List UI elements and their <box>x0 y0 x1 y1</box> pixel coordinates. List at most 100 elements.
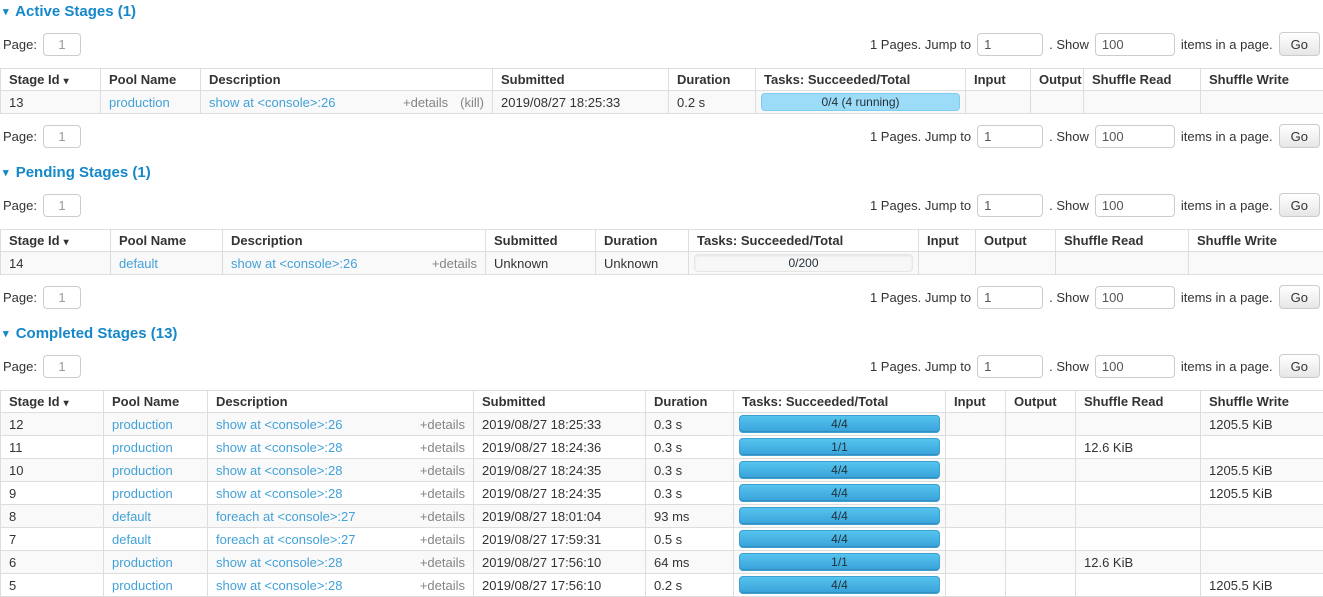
details-toggle[interactable]: +details <box>420 532 465 547</box>
show-items-input[interactable] <box>1095 33 1175 56</box>
column-header-shuffle-write[interactable]: Shuffle Write <box>1201 69 1323 91</box>
column-header-stage-id[interactable]: Stage Id▾ <box>1 230 111 252</box>
column-header-description[interactable]: Description <box>201 69 493 91</box>
column-header-duration[interactable]: Duration <box>646 391 734 413</box>
column-header-tasks-succeeded-total[interactable]: Tasks: Succeeded/Total <box>689 230 919 252</box>
description-link[interactable]: show at <console>:28 <box>216 463 342 478</box>
column-header-submitted[interactable]: Submitted <box>474 391 646 413</box>
details-toggle[interactable]: +details <box>403 95 448 110</box>
sort-desc-icon: ▾ <box>64 237 69 248</box>
description-link[interactable]: show at <console>:28 <box>216 555 342 570</box>
details-toggle[interactable]: +details <box>432 256 477 271</box>
pagination-bar: Page: 1 Pages. Jump to . Show items in a… <box>3 193 1320 217</box>
section-heading-pending-stages[interactable]: ▾ Pending Stages (1) <box>3 164 1323 183</box>
pool-name-link[interactable]: default <box>119 256 158 271</box>
column-header-submitted[interactable]: Submitted <box>486 230 596 252</box>
description-link[interactable]: show at <console>:28 <box>216 578 342 593</box>
pool-name-link[interactable]: production <box>109 95 170 110</box>
column-header-input[interactable]: Input <box>919 230 976 252</box>
jump-to-page-input[interactable] <box>977 355 1043 378</box>
page-number-input[interactable] <box>43 286 81 309</box>
column-header-pool-name[interactable]: Pool Name <box>111 230 223 252</box>
column-header-output[interactable]: Output <box>1031 69 1084 91</box>
column-header-tasks-succeeded-total[interactable]: Tasks: Succeeded/Total <box>756 69 966 91</box>
output-cell <box>1006 528 1076 551</box>
show-items-input[interactable] <box>1095 355 1175 378</box>
column-header-tasks-succeeded-total[interactable]: Tasks: Succeeded/Total <box>734 391 946 413</box>
column-header-stage-id[interactable]: Stage Id▾ <box>1 69 101 91</box>
jump-to-page-input[interactable] <box>977 286 1043 309</box>
description-link[interactable]: show at <console>:26 <box>216 417 342 432</box>
items-label: items in a page. <box>1181 129 1273 144</box>
details-toggle[interactable]: +details <box>420 578 465 593</box>
show-items-input[interactable] <box>1095 286 1175 309</box>
show-items-input[interactable] <box>1095 125 1175 148</box>
jump-to-page-input[interactable] <box>977 125 1043 148</box>
details-toggle[interactable]: +details <box>420 463 465 478</box>
column-header-stage-id[interactable]: Stage Id▾ <box>1 391 104 413</box>
column-header-shuffle-read[interactable]: Shuffle Read <box>1056 230 1189 252</box>
details-toggle[interactable]: +details <box>420 509 465 524</box>
column-header-input[interactable]: Input <box>946 391 1006 413</box>
page-control: Page: <box>3 286 81 309</box>
column-header-shuffle-write[interactable]: Shuffle Write <box>1189 230 1323 252</box>
column-header-pool-name[interactable]: Pool Name <box>104 391 208 413</box>
task-progress: 0/200 <box>694 254 913 272</box>
column-header-duration[interactable]: Duration <box>669 69 756 91</box>
go-button[interactable]: Go <box>1279 285 1320 309</box>
column-header-description[interactable]: Description <box>208 391 474 413</box>
pool-name-link[interactable]: production <box>112 555 173 570</box>
submitted-cell: 2019/08/27 18:24:35 <box>474 459 646 482</box>
shuffle-read-cell <box>1076 459 1201 482</box>
description-link[interactable]: foreach at <console>:27 <box>216 509 356 524</box>
column-header-duration[interactable]: Duration <box>596 230 689 252</box>
pool-name-link[interactable]: production <box>112 463 173 478</box>
go-button[interactable]: Go <box>1279 193 1320 217</box>
description-link[interactable]: show at <console>:28 <box>216 486 342 501</box>
column-header-pool-name[interactable]: Pool Name <box>101 69 201 91</box>
pool-name-link[interactable]: default <box>112 509 151 524</box>
tasks-cell: 0/200 <box>689 252 919 275</box>
table-header: Stage Id▾Pool NameDescriptionSubmittedDu… <box>1 69 1323 91</box>
pool-name-link[interactable]: default <box>112 532 151 547</box>
page-jump-control: 1 Pages. Jump to . Show items in a page.… <box>870 124 1320 148</box>
show-label: . Show <box>1049 198 1089 213</box>
pool-name-link[interactable]: production <box>112 486 173 501</box>
kill-link[interactable]: (kill) <box>460 95 484 110</box>
details-toggle[interactable]: +details <box>420 440 465 455</box>
description-link[interactable]: show at <console>:26 <box>231 256 357 271</box>
go-button[interactable]: Go <box>1279 354 1320 378</box>
description-cell: show at <console>:28 +details <box>208 551 474 574</box>
column-header-shuffle-read[interactable]: Shuffle Read <box>1084 69 1201 91</box>
column-header-output[interactable]: Output <box>976 230 1056 252</box>
pool-name-link[interactable]: production <box>112 417 173 432</box>
column-header-input[interactable]: Input <box>966 69 1031 91</box>
column-header-description[interactable]: Description <box>223 230 486 252</box>
column-header-submitted[interactable]: Submitted <box>493 69 669 91</box>
column-header-output[interactable]: Output <box>1006 391 1076 413</box>
page-number-input[interactable] <box>43 33 81 56</box>
tasks-cell: 4/4 <box>734 574 946 597</box>
section-heading-completed-stages[interactable]: ▾ Completed Stages (13) <box>3 325 1323 344</box>
page-number-input[interactable] <box>43 355 81 378</box>
description-link[interactable]: show at <console>:28 <box>216 440 342 455</box>
output-cell <box>1006 413 1076 436</box>
column-header-shuffle-write[interactable]: Shuffle Write <box>1201 391 1323 413</box>
jump-to-page-input[interactable] <box>977 33 1043 56</box>
column-header-shuffle-read[interactable]: Shuffle Read <box>1076 391 1201 413</box>
description-link[interactable]: show at <console>:26 <box>209 95 335 110</box>
page-number-input[interactable] <box>43 194 81 217</box>
go-button[interactable]: Go <box>1279 124 1320 148</box>
task-progress-label: 0/200 <box>695 255 912 271</box>
section-heading-active-stages[interactable]: ▾ Active Stages (1) <box>3 3 1323 22</box>
pool-name-link[interactable]: production <box>112 578 173 593</box>
details-toggle[interactable]: +details <box>420 417 465 432</box>
go-button[interactable]: Go <box>1279 32 1320 56</box>
description-link[interactable]: foreach at <console>:27 <box>216 532 356 547</box>
details-toggle[interactable]: +details <box>420 555 465 570</box>
page-number-input[interactable] <box>43 125 81 148</box>
jump-to-page-input[interactable] <box>977 194 1043 217</box>
pool-name-link[interactable]: production <box>112 440 173 455</box>
show-items-input[interactable] <box>1095 194 1175 217</box>
details-toggle[interactable]: +details <box>420 486 465 501</box>
